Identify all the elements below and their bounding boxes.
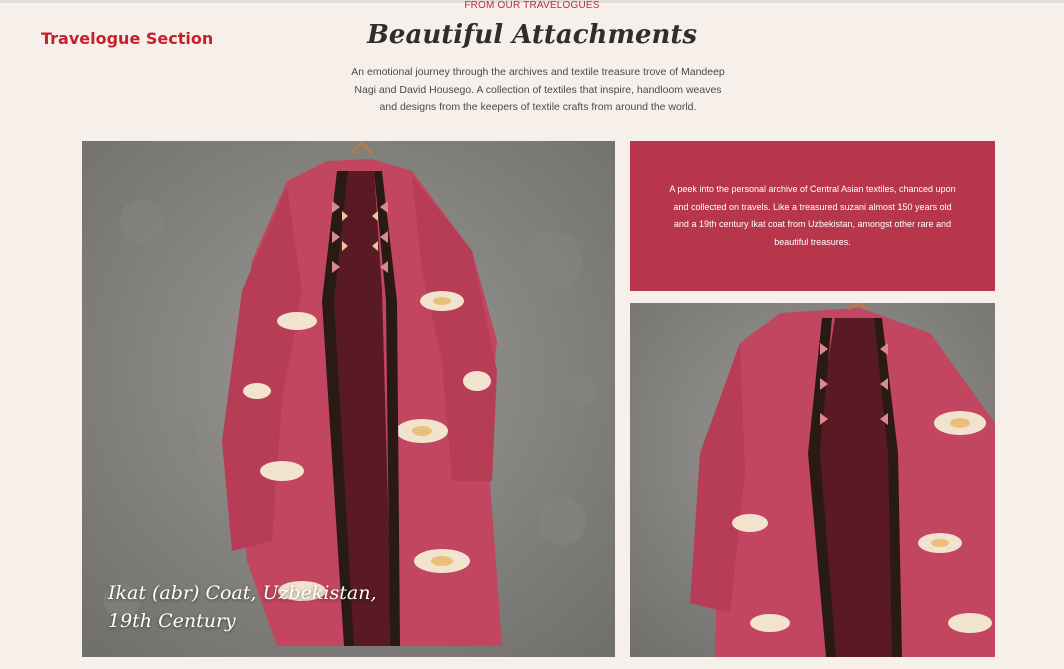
feature-caption: Ikat (abr) Coat, Uzbekistan, 19th Centur…	[108, 582, 377, 632]
page-title: Beautiful Attachments	[366, 20, 698, 50]
coat-detail-image	[630, 303, 995, 657]
promo-text: A peek into the personal archive of Cent…	[669, 184, 956, 247]
intro-text: An emotional journey through the archive…	[351, 66, 725, 113]
eyebrow-label: FROM OUR TRAVELOGUES	[464, 0, 600, 11]
promo-block: A peek into the personal archive of Cent…	[630, 141, 995, 291]
feature-photo[interactable]: Ikat (abr) Coat, Uzbekistan, 19th Centur…	[82, 141, 615, 657]
travelogue-page: FROM OUR TRAVELOGUES Travelogue Section …	[0, 0, 1064, 669]
secondary-photo[interactable]	[630, 303, 995, 657]
